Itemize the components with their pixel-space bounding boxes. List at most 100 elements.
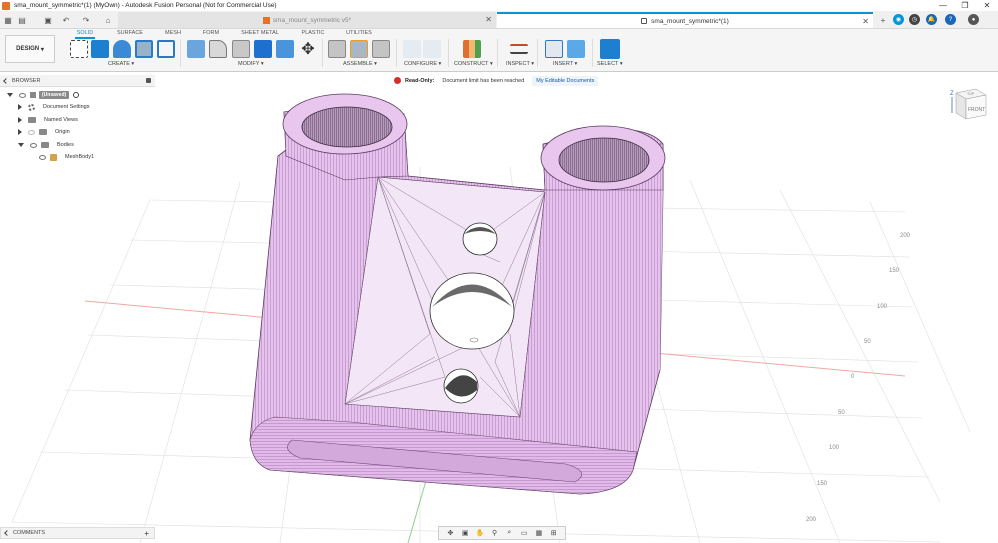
new-tab-icon[interactable]: +: [877, 14, 889, 26]
orbit-icon[interactable]: ✥: [446, 529, 455, 538]
tab-mesh[interactable]: MESH: [162, 30, 184, 36]
browser-pin-icon[interactable]: [146, 78, 151, 83]
measure-icon[interactable]: [510, 44, 528, 54]
viewcube[interactable]: TOP FRONT Z: [950, 85, 990, 125]
expand-comments-icon[interactable]: [4, 530, 10, 536]
pan-icon[interactable]: ✋: [475, 529, 485, 538]
tree-item-document-settings[interactable]: Document Settings: [18, 102, 89, 112]
tab-sma-mount-1[interactable]: sma_mount_symmetric*(1) ✕: [497, 12, 873, 28]
collapse-browser-icon[interactable]: [3, 78, 9, 84]
fit-icon[interactable]: ⌕: [505, 529, 514, 538]
save-icon[interactable]: ▣: [42, 14, 54, 26]
close-window-button[interactable]: ✕: [974, 0, 998, 11]
toolbar-separator: [448, 39, 449, 67]
data-panel-icon[interactable]: ▦: [2, 14, 14, 26]
construct-menu[interactable]: CONSTRUCT ▾: [454, 61, 493, 67]
navigation-bar: ✥ ▣ ✋ ⚲ ⌕ ▭ ▦ ⊞: [438, 526, 566, 540]
user-avatar[interactable]: ●: [968, 14, 979, 25]
job-status-icon[interactable]: ◷: [909, 14, 920, 25]
tab-surface[interactable]: SURFACE: [115, 30, 145, 36]
select-label: SELECT: [597, 61, 619, 67]
tree-root-unsaved[interactable]: (Unsaved): [7, 90, 80, 100]
zoom-icon[interactable]: ⚲: [490, 529, 499, 538]
move-icon[interactable]: ✥: [299, 40, 317, 58]
grid-settings-icon[interactable]: ▦: [534, 529, 543, 538]
modify-menu[interactable]: MODIFY ▾: [238, 61, 264, 67]
tab-solid[interactable]: SOLID: [75, 30, 95, 39]
viewcube-top-label: TOP: [967, 92, 975, 96]
tab-sheet-metal[interactable]: SHEET METAL: [238, 30, 282, 36]
activate-radio-icon[interactable]: [73, 92, 80, 98]
configure-table-icon[interactable]: [423, 40, 441, 58]
3d-viewport[interactable]: 200 150 100 50 0 50 100 150 200: [0, 72, 998, 543]
select-menu[interactable]: SELECT ▾: [597, 61, 623, 67]
extrude-icon[interactable]: [91, 40, 109, 58]
display-settings-icon[interactable]: ▭: [520, 529, 529, 538]
expand-caret-icon[interactable]: [18, 129, 22, 135]
chamfer-icon[interactable]: [232, 40, 250, 58]
help-icon[interactable]: ?: [945, 14, 956, 25]
tab-utilities[interactable]: UTILITIES: [344, 30, 374, 36]
combine-icon[interactable]: [276, 40, 294, 58]
tab-plastic[interactable]: PLASTIC: [299, 30, 327, 36]
expand-caret-icon[interactable]: [18, 117, 22, 123]
workspace-switcher-button[interactable]: DESIGN ▾: [5, 35, 55, 63]
visibility-eye-icon[interactable]: [19, 92, 26, 98]
mesh-body-icon: [50, 153, 57, 161]
grid-label: 150: [817, 481, 828, 487]
home-icon[interactable]: ⌂: [102, 14, 114, 26]
insert-canvas-icon[interactable]: [567, 40, 585, 58]
visibility-eye-icon[interactable]: [28, 129, 35, 135]
toolbar-separator: [592, 39, 593, 67]
configure-icon[interactable]: [403, 40, 421, 58]
tree-item-label: MeshBody1: [65, 154, 95, 160]
tree-item-label: Named Views: [44, 117, 78, 123]
assemble-menu[interactable]: ASSEMBLE ▾: [343, 61, 377, 67]
file-menu-icon[interactable]: ▤: [16, 14, 28, 26]
create-sketch-icon[interactable]: [70, 40, 88, 58]
my-editable-documents-link[interactable]: My Editable Documents: [532, 75, 599, 86]
mesh-body[interactable]: [249, 93, 666, 495]
tree-item-named-views[interactable]: Named Views: [18, 115, 78, 125]
new-component-icon[interactable]: [328, 40, 346, 58]
redo-icon[interactable]: ↷: [80, 14, 92, 26]
as-built-joint-icon[interactable]: [372, 40, 390, 58]
select-icon[interactable]: [600, 39, 620, 59]
comments-panel[interactable]: COMMENTS +: [0, 527, 155, 539]
workspace-label: DESIGN: [16, 46, 40, 52]
notifications-icon[interactable]: 🔔: [926, 14, 937, 25]
add-comment-button[interactable]: +: [144, 529, 149, 538]
press-pull-icon[interactable]: [187, 40, 205, 58]
visibility-eye-icon[interactable]: [30, 142, 37, 148]
offset-plane-icon[interactable]: [463, 40, 481, 58]
create-menu[interactable]: CREATE ▾: [108, 61, 134, 67]
grid-label: 200: [900, 233, 911, 239]
expand-caret-icon[interactable]: [18, 143, 24, 147]
insert-menu[interactable]: INSERT ▾: [553, 61, 577, 67]
undo-icon[interactable]: ↶: [60, 14, 72, 26]
tree-item-bodies[interactable]: Bodies: [18, 140, 74, 150]
browser-panel-header[interactable]: BROWSER: [0, 75, 155, 87]
tab-sma-mount-v5[interactable]: sma_mount_symmetric v5* ✕: [118, 12, 496, 28]
close-tab-icon[interactable]: ✕: [862, 17, 869, 26]
pattern-icon[interactable]: [157, 40, 175, 58]
hole-icon[interactable]: [135, 40, 153, 58]
revolve-icon[interactable]: [113, 40, 131, 58]
configure-menu[interactable]: CONFIGURE ▾: [404, 61, 441, 67]
insert-derive-icon[interactable]: [545, 40, 563, 58]
inspect-menu[interactable]: INSPECT ▾: [506, 61, 534, 67]
tree-item-label: Origin: [55, 129, 70, 135]
expand-caret-icon[interactable]: [18, 104, 22, 110]
fillet-icon[interactable]: [209, 40, 227, 58]
visibility-eye-icon[interactable]: [39, 154, 46, 160]
extensions-icon[interactable]: ◉: [893, 14, 904, 25]
tree-item-origin[interactable]: Origin: [18, 127, 70, 137]
viewports-icon[interactable]: ⊞: [549, 529, 558, 538]
shell-icon[interactable]: [254, 40, 272, 58]
close-tab-icon[interactable]: ✕: [485, 15, 492, 24]
tree-item-meshbody1[interactable]: MeshBody1: [39, 152, 94, 162]
tab-form[interactable]: FORM: [200, 30, 222, 36]
look-at-icon[interactable]: ▣: [461, 529, 470, 538]
expand-caret-icon[interactable]: [7, 93, 13, 97]
joint-icon[interactable]: [350, 40, 368, 58]
